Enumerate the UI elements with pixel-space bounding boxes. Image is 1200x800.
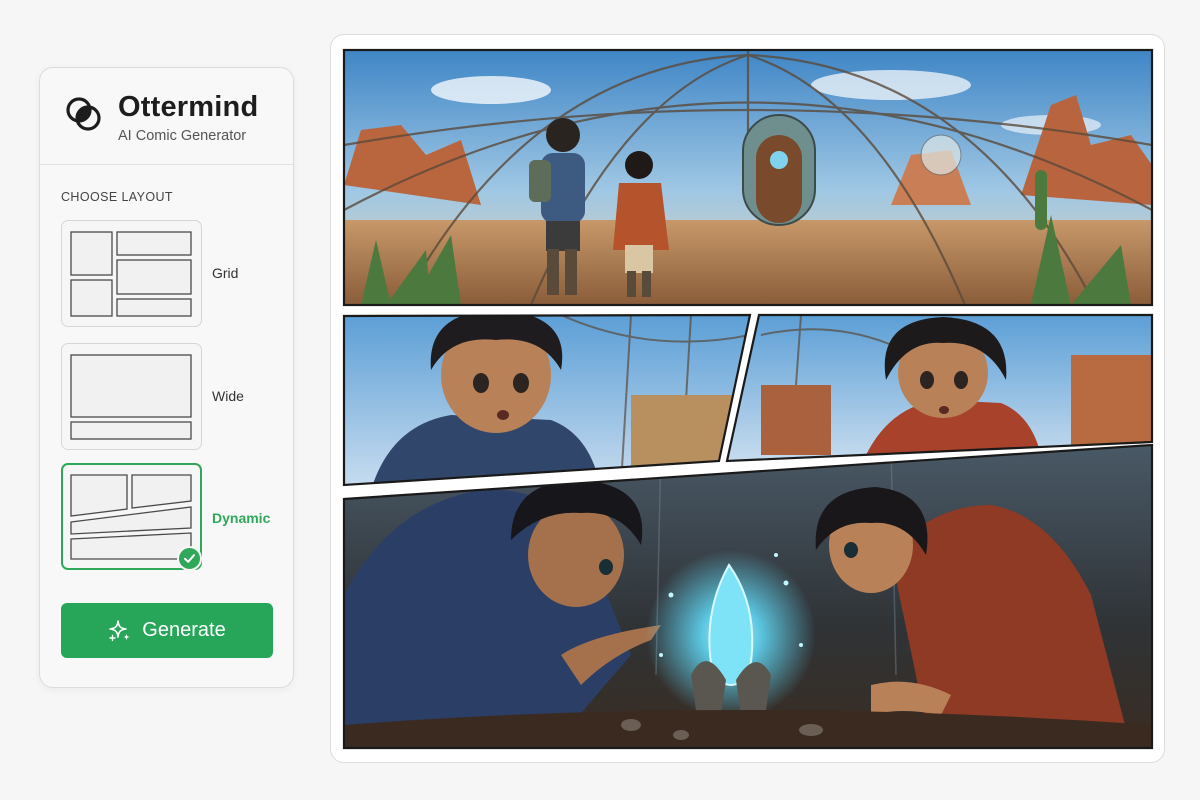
generate-label: Generate [142, 619, 226, 641]
layout-option-grid[interactable] [61, 220, 202, 327]
selected-check-icon [177, 546, 202, 571]
layout-option-dynamic[interactable] [61, 463, 202, 571]
panel-glowing-crystal [344, 445, 1152, 748]
wide-layout-icon [70, 354, 192, 440]
comic-page [342, 48, 1154, 750]
brand-header: Ottermind AI Comic Generator [40, 68, 293, 165]
generate-button[interactable]: Generate [61, 603, 273, 658]
layout-option-wide[interactable] [61, 343, 202, 450]
choose-layout-label: CHOOSE LAYOUT [61, 190, 173, 204]
panel-girl-closeup [727, 315, 1152, 461]
app-name: Ottermind [118, 91, 259, 123]
layout-label-grid[interactable]: Grid [212, 265, 238, 281]
logo-icon [66, 97, 101, 131]
layout-label-dynamic[interactable]: Dynamic [212, 510, 270, 526]
sidebar: Ottermind AI Comic Generator CHOOSE LAYO… [39, 67, 294, 688]
comic-canvas [330, 34, 1165, 763]
layout-label-wide[interactable]: Wide [212, 388, 244, 404]
app-tagline: AI Comic Generator [118, 128, 247, 144]
sparkle-icon [109, 619, 131, 641]
dynamic-layout-icon [70, 474, 192, 560]
grid-layout-icon [70, 231, 192, 317]
panel-greenhouse-wide [344, 50, 1152, 305]
